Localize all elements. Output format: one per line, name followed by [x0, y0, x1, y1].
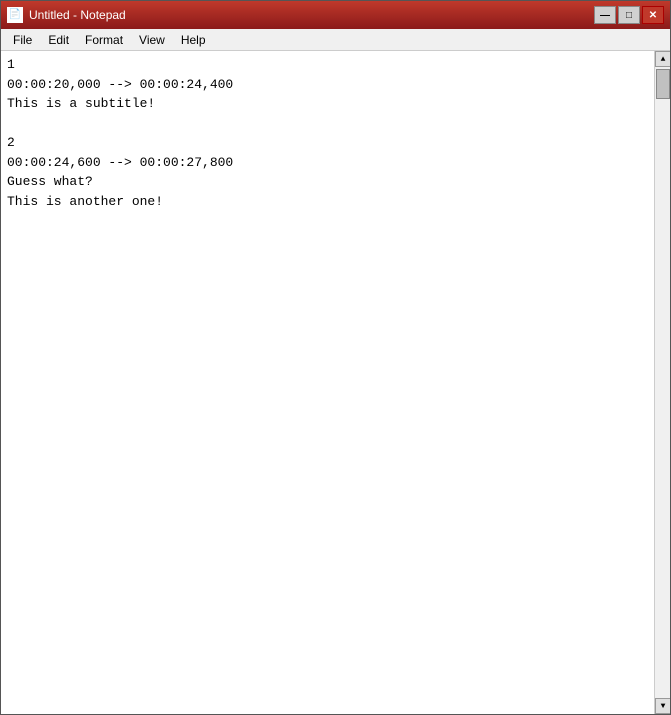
vertical-scrollbar: ▲ ▼	[654, 51, 670, 714]
scrollbar-thumb-area	[655, 67, 670, 698]
editor-container: ▲ ▼	[1, 51, 670, 714]
scrollbar-thumb[interactable]	[656, 69, 670, 99]
menu-file[interactable]: File	[5, 31, 40, 49]
menu-edit[interactable]: Edit	[40, 31, 77, 49]
menu-format[interactable]: Format	[77, 31, 131, 49]
menu-view[interactable]: View	[131, 31, 173, 49]
close-button[interactable]: ✕	[642, 6, 664, 24]
text-editor[interactable]	[1, 51, 654, 714]
scroll-up-button[interactable]: ▲	[655, 51, 670, 67]
menu-bar: File Edit Format View Help	[1, 29, 670, 51]
window-controls: — □ ✕	[594, 6, 664, 24]
app-icon: 📄	[7, 7, 23, 23]
title-bar-left: 📄 Untitled - Notepad	[7, 7, 126, 23]
window-title: Untitled - Notepad	[29, 8, 126, 22]
minimize-button[interactable]: —	[594, 6, 616, 24]
notepad-window: 📄 Untitled - Notepad — □ ✕ File Edit For…	[0, 0, 671, 715]
scroll-down-button[interactable]: ▼	[655, 698, 670, 714]
title-bar: 📄 Untitled - Notepad — □ ✕	[1, 1, 670, 29]
menu-help[interactable]: Help	[173, 31, 214, 49]
maximize-button[interactable]: □	[618, 6, 640, 24]
